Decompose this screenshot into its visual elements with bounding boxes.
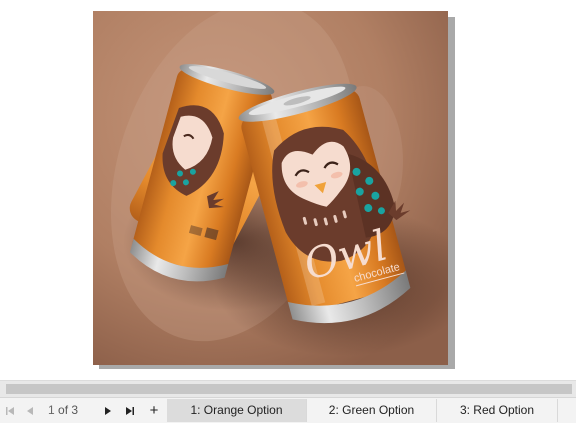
add-page-label: + — [149, 402, 159, 419]
document-canvas[interactable]: Owl chocolate — [0, 0, 576, 380]
tab-page-2[interactable]: 2: Green Option — [307, 399, 437, 422]
page-count: 1 of 3 — [48, 398, 78, 423]
add-page-icon[interactable]: + — [144, 398, 164, 423]
last-page-icon[interactable] — [120, 398, 140, 423]
previous-page-icon[interactable] — [20, 398, 40, 423]
tab-page-3[interactable]: 3: Red Option — [437, 399, 558, 422]
horizontal-scrollbar[interactable] — [0, 380, 576, 397]
current-page-number[interactable]: 1 — [48, 403, 55, 417]
owl-can-artwork: Owl chocolate — [93, 11, 448, 365]
tab-label: 1: Orange Option — [190, 403, 283, 417]
total-pages: 3 — [71, 403, 79, 417]
first-page-icon[interactable] — [0, 398, 20, 423]
tab-label: 2: Green Option — [328, 403, 415, 417]
next-page-icon[interactable] — [98, 398, 118, 423]
artboard-page[interactable]: Owl chocolate — [93, 11, 448, 365]
tab-label: 3: Red Option — [459, 403, 535, 417]
horizontal-scrollbar-thumb[interactable] — [6, 384, 572, 394]
tab-page-1[interactable]: 1: Orange Option — [167, 399, 307, 422]
page-navigator: 1 of 3 + 1: Orange Option 2: Green Optio… — [0, 397, 576, 423]
page-of-label: of — [58, 403, 69, 417]
